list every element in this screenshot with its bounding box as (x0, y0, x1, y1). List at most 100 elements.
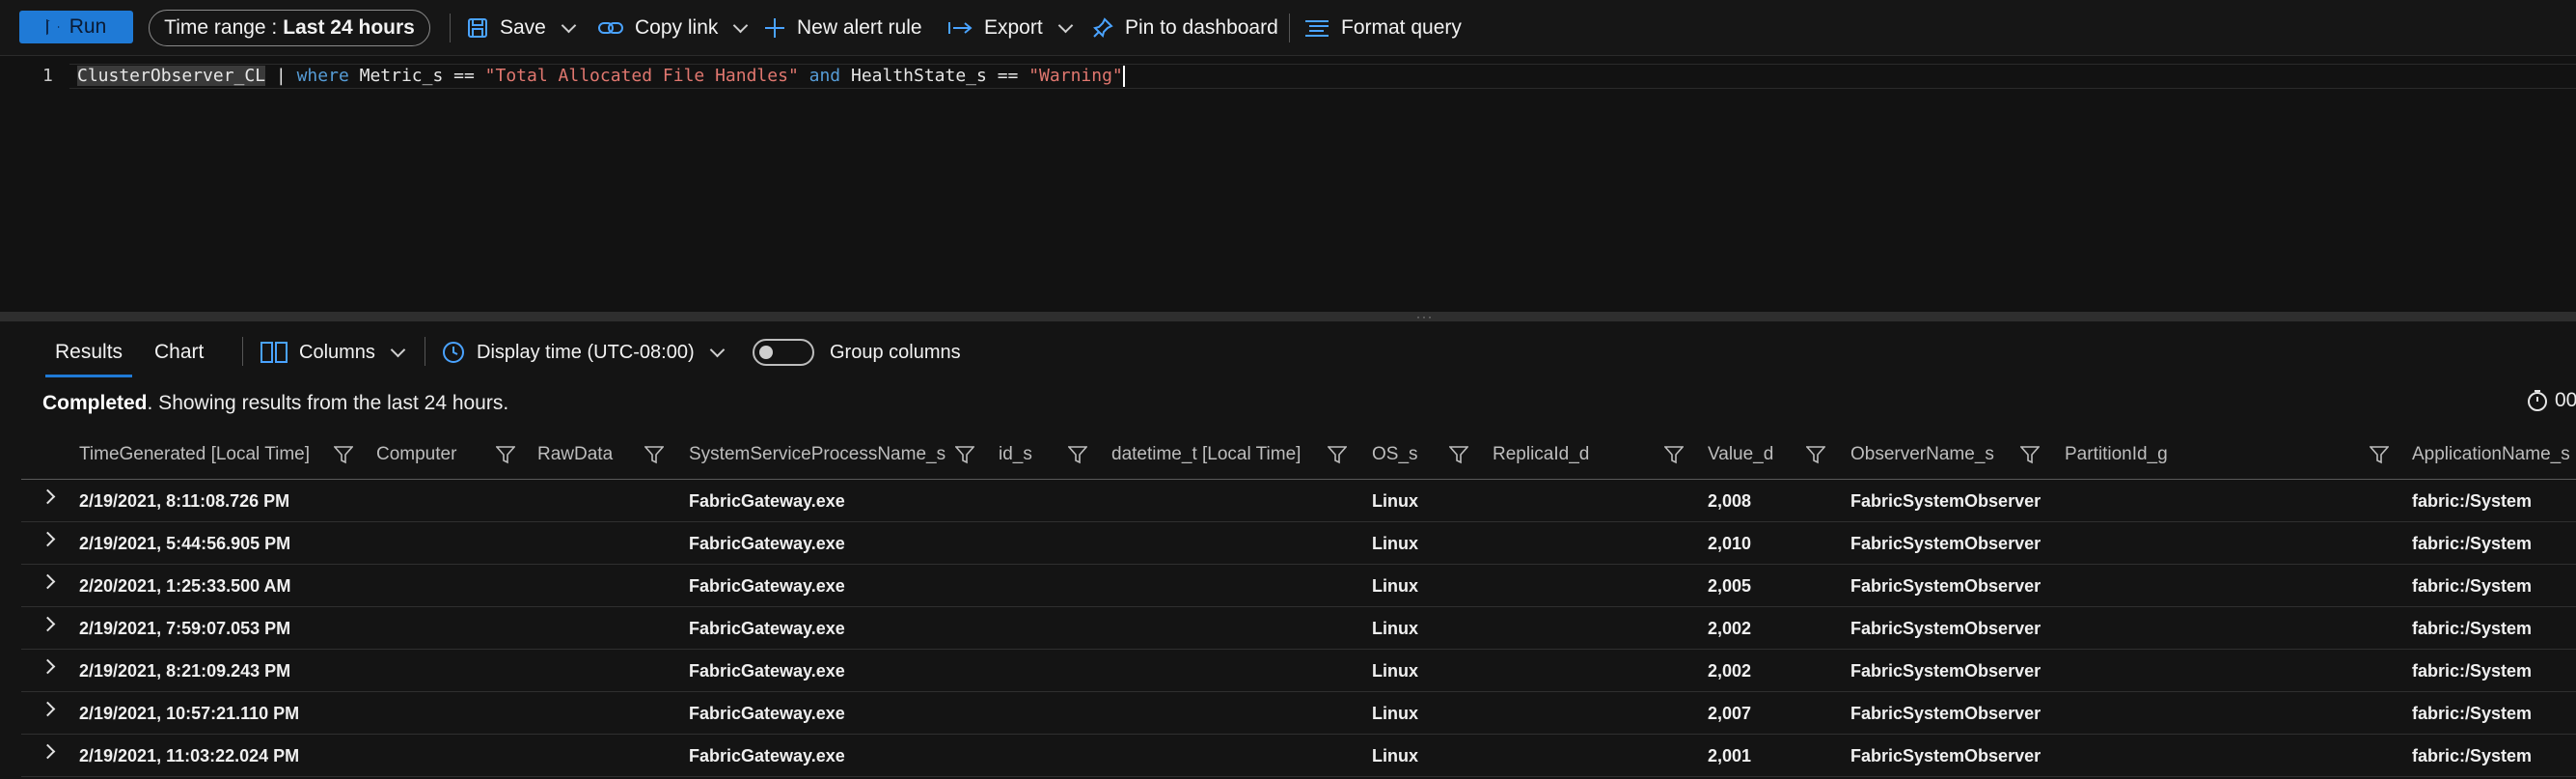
table-row[interactable]: 2/20/2021, 1:25:33.500 AM FabricGateway.… (21, 565, 2576, 607)
save-button[interactable]: Save (467, 0, 577, 56)
query-toolbar: Run Time range : Last 24 hours Save Copy… (0, 0, 2576, 56)
new-alert-rule-button[interactable]: New alert rule (764, 0, 922, 56)
chevron-right-icon[interactable] (40, 573, 56, 590)
pin-icon (1092, 17, 1113, 39)
cell-observer-name: FabricSystemObserver (1850, 490, 2042, 511)
cell-process-name: FabricGateway.exe (689, 618, 845, 638)
filter-icon[interactable] (1664, 445, 1684, 464)
cell-time-generated: 2/19/2021, 11:03:22.024 PM (79, 745, 300, 765)
format-query-button[interactable]: Format query (1304, 0, 1462, 56)
token-string1: "Total Allocated File Handles" (484, 66, 799, 86)
cell-application-name: fabric:/System (2412, 660, 2533, 681)
chevron-down-icon (561, 17, 577, 33)
table-row[interactable]: 2/19/2021, 5:44:56.905 PM FabricGateway.… (21, 522, 2576, 565)
cell-value: 2,007 (1708, 703, 1752, 723)
filter-icon[interactable] (1806, 445, 1825, 464)
columns-icon (260, 342, 288, 363)
toggle-switch[interactable] (753, 339, 814, 366)
chevron-right-icon[interactable] (40, 743, 56, 760)
export-button[interactable]: Export (947, 0, 1073, 56)
copy-link-button[interactable]: Copy link (598, 0, 749, 56)
filter-icon[interactable] (1068, 445, 1087, 464)
table-row[interactable]: 2/19/2021, 7:59:07.053 PM FabricGateway.… (21, 607, 2576, 650)
time-range-picker[interactable]: Time range : Last 24 hours (149, 10, 430, 46)
new-alert-label: New alert rule (797, 16, 922, 39)
column-header[interactable]: Value_d (1708, 430, 1773, 480)
column-header[interactable]: datetime_t [Local Time] (1111, 430, 1301, 480)
column-header[interactable]: OS_s (1372, 430, 1418, 480)
column-header[interactable]: ObserverName_s (1850, 430, 1994, 480)
display-time-label: Display time (UTC-08:00) (477, 341, 695, 363)
copy-link-label: Copy link (635, 16, 719, 39)
columns-button[interactable]: Columns (260, 333, 406, 372)
column-header[interactable]: PartitionId_g (2065, 430, 2168, 480)
query-text[interactable]: ClusterObserver_CL | where Metric_s == "… (77, 64, 1125, 89)
chevron-down-icon (709, 342, 725, 357)
line-number: 1 (42, 66, 53, 86)
table-row[interactable]: 2/19/2021, 8:11:08.726 PM FabricGateway.… (21, 480, 2576, 522)
group-columns-toggle[interactable]: Group columns (753, 333, 961, 372)
status-text: . Showing results from the last 24 hours… (147, 392, 509, 414)
cell-process-name: FabricGateway.exe (689, 533, 845, 553)
column-header[interactable]: id_s (999, 430, 1032, 480)
filter-icon[interactable] (334, 445, 353, 464)
cell-process-name: FabricGateway.exe (689, 490, 845, 511)
cell-value: 2,008 (1708, 490, 1752, 511)
chevron-right-icon[interactable] (40, 658, 56, 675)
cell-value: 2,010 (1708, 533, 1752, 553)
cell-os: Linux (1372, 703, 1418, 723)
tab-results[interactable]: Results (44, 341, 133, 377)
filter-icon[interactable] (1449, 445, 1468, 464)
column-header[interactable]: RawData (537, 430, 613, 480)
filter-icon[interactable] (644, 445, 664, 464)
cell-process-name: FabricGateway.exe (689, 575, 845, 596)
cell-observer-name: FabricSystemObserver (1850, 745, 2042, 765)
plus-icon (764, 17, 785, 39)
chevron-right-icon[interactable] (40, 488, 56, 505)
chevron-right-icon[interactable] (40, 531, 56, 547)
filter-icon[interactable] (1328, 445, 1347, 464)
token-field1: Metric_s == (348, 66, 485, 86)
chevron-right-icon[interactable] (40, 701, 56, 717)
table-row[interactable]: 2/19/2021, 10:57:21.110 PM FabricGateway… (21, 692, 2576, 735)
query-status: Completed. Showing results from the last… (42, 392, 508, 415)
chevron-right-icon[interactable] (40, 616, 56, 632)
column-header[interactable]: Computer (376, 430, 456, 480)
display-time-button[interactable]: Display time (UTC-08:00) (442, 333, 725, 372)
time-range-label: Time range : (164, 16, 278, 39)
cell-time-generated: 2/19/2021, 7:59:07.053 PM (79, 618, 291, 638)
results-grid-body: 2/19/2021, 8:11:08.726 PM FabricGateway.… (21, 480, 2576, 777)
cell-os: Linux (1372, 533, 1418, 553)
export-icon (947, 19, 973, 37)
filter-icon[interactable] (2020, 445, 2040, 464)
pin-to-dashboard-button[interactable]: Pin to dashboard (1092, 0, 1278, 56)
column-header[interactable]: ReplicaId_d (1493, 430, 1589, 480)
token-and: and (798, 66, 841, 86)
run-button[interactable]: Run (19, 11, 133, 43)
query-timer: 00 (2526, 389, 2576, 412)
cell-time-generated: 2/19/2021, 8:21:09.243 PM (79, 660, 291, 681)
column-header[interactable]: ApplicationName_s (2412, 430, 2570, 480)
export-label: Export (984, 16, 1043, 39)
cell-process-name: FabricGateway.exe (689, 660, 845, 681)
filter-icon[interactable] (2370, 445, 2389, 464)
filter-icon[interactable] (496, 445, 515, 464)
cell-observer-name: FabricSystemObserver (1850, 703, 2042, 723)
cell-observer-name: FabricSystemObserver (1850, 660, 2042, 681)
table-row[interactable]: 2/19/2021, 8:21:09.243 PM FabricGateway.… (21, 650, 2576, 692)
query-editor[interactable]: 1 ClusterObserver_CL | where Metric_s ==… (0, 56, 2576, 312)
cell-value: 2,002 (1708, 660, 1752, 681)
link-icon (598, 19, 623, 37)
status-bold: Completed (42, 392, 148, 414)
run-label: Run (69, 15, 107, 38)
column-header[interactable]: TimeGenerated [Local Time] (79, 430, 310, 480)
filter-icon[interactable] (955, 445, 974, 464)
tab-chart[interactable]: Chart (154, 341, 204, 364)
cell-value: 2,001 (1708, 745, 1752, 765)
splitter-grip-icon[interactable]: ··· (1416, 311, 1434, 322)
text-caret (1122, 66, 1125, 87)
table-row[interactable]: 2/19/2021, 11:03:22.024 PM FabricGateway… (21, 735, 2576, 777)
pane-splitter[interactable] (0, 312, 2576, 321)
format-icon (1304, 18, 1329, 38)
column-header[interactable]: SystemServiceProcessName_s (689, 430, 945, 480)
